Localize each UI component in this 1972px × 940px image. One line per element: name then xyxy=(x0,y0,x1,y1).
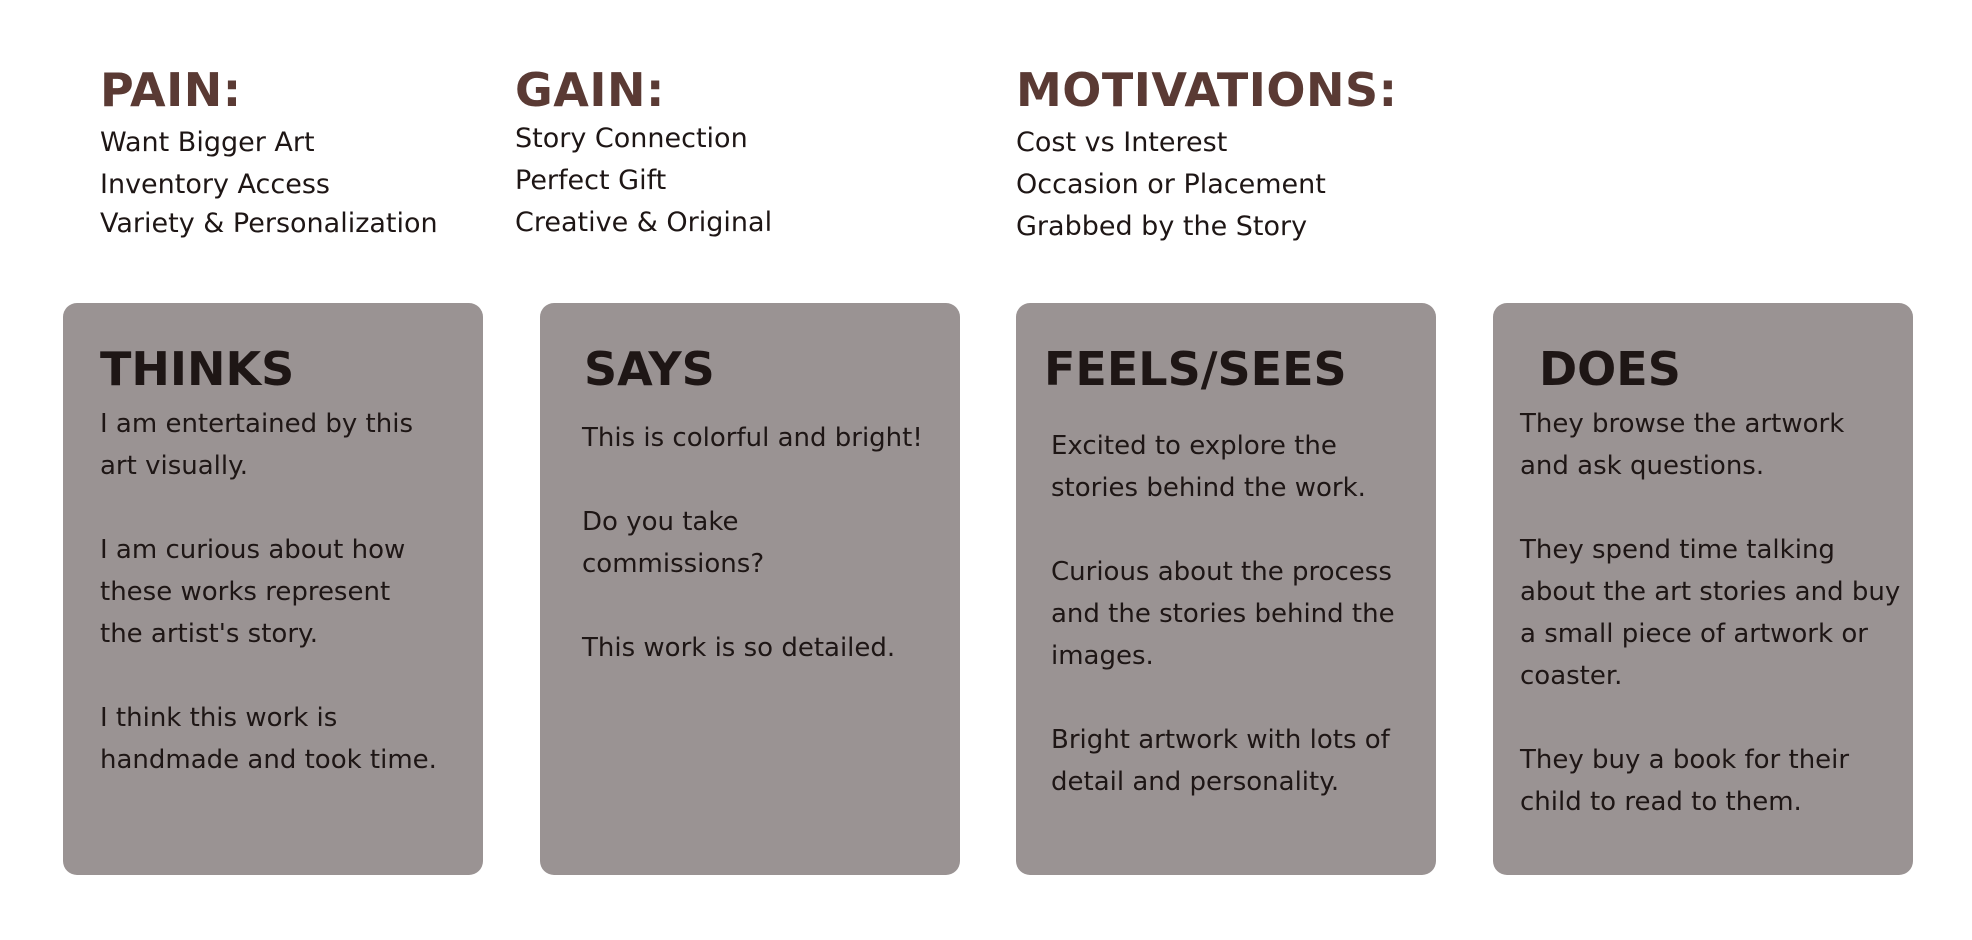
motivations-item: Grabbed by the Story xyxy=(1016,211,1308,242)
does-line: child to read to them. xyxy=(1520,787,1802,817)
thinks-line: handmade and took time. xyxy=(100,745,437,775)
does-title: DOES xyxy=(1539,342,1681,396)
says-line: Do you take xyxy=(582,507,739,537)
thinks-line: these works represent xyxy=(100,577,391,607)
says-line: This work is so detailed. xyxy=(582,633,896,663)
does-line: They buy a book for their xyxy=(1520,745,1850,775)
does-line: They spend time talking xyxy=(1520,535,1835,565)
gain-item: Creative & Original xyxy=(515,207,773,238)
feels-sees-line: Bright artwork with lots of xyxy=(1051,725,1390,755)
feels-sees-line: stories behind the work. xyxy=(1051,473,1366,503)
does-card: DOES They browse the artwork and ask que… xyxy=(1493,303,1913,875)
thinks-title: THINKS xyxy=(100,342,295,396)
feels-sees-line: images. xyxy=(1051,641,1154,671)
gain-item: Story Connection xyxy=(515,123,748,154)
pain-title: PAIN: xyxy=(100,63,242,117)
feels-sees-line: Curious about the process xyxy=(1051,557,1392,587)
does-line: a small piece of artwork or xyxy=(1520,619,1868,649)
says-card: SAYS This is colorful and bright! Do you… xyxy=(540,303,960,875)
motivations-title: MOTIVATIONS: xyxy=(1016,63,1398,117)
feels-sees-line: detail and personality. xyxy=(1051,767,1340,797)
does-line: They browse the artwork xyxy=(1520,409,1845,439)
motivations-item: Occasion or Placement xyxy=(1016,169,1326,200)
feels-sees-card: FEELS/SEES Excited to explore the storie… xyxy=(1016,303,1436,875)
says-line: commissions? xyxy=(582,549,765,579)
gain-item: Perfect Gift xyxy=(515,165,667,196)
pain-item: Variety & Personalization xyxy=(100,208,438,239)
feels-sees-line: Excited to explore the xyxy=(1051,431,1337,461)
pain-item: Want Bigger Art xyxy=(100,127,315,158)
thinks-line: I am entertained by this xyxy=(100,409,414,439)
feels-sees-title: FEELS/SEES xyxy=(1044,342,1347,396)
pain-item: Inventory Access xyxy=(100,169,330,200)
thinks-line: art visually. xyxy=(100,451,249,481)
does-line: about the art stories and buy xyxy=(1520,577,1901,607)
says-line: This is colorful and bright! xyxy=(582,423,923,453)
gain-title: GAIN: xyxy=(515,63,665,117)
thinks-line: I think this work is xyxy=(100,703,338,733)
motivations-item: Cost vs Interest xyxy=(1016,127,1228,158)
does-line: coaster. xyxy=(1520,661,1623,691)
thinks-card: THINKS I am entertained by this art visu… xyxy=(63,303,483,875)
thinks-line: the artist's story. xyxy=(100,619,318,649)
says-title: SAYS xyxy=(584,342,715,396)
thinks-line: I am curious about how xyxy=(100,535,406,565)
feels-sees-line: and the stories behind the xyxy=(1051,599,1395,629)
does-line: and ask questions. xyxy=(1520,451,1765,481)
